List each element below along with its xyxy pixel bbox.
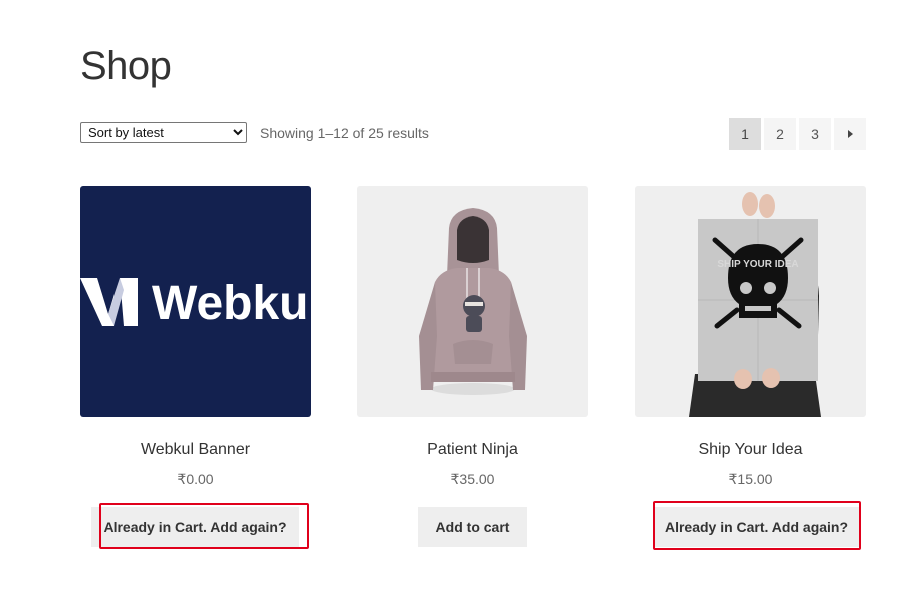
poster-text: SHIP YOUR IDEA xyxy=(717,259,798,270)
product-price: ₹15.00 xyxy=(728,471,773,487)
product-card: Patient Ninja ₹35.00 Add to cart xyxy=(357,186,588,547)
product-card: Webku Webkul Banner ₹0.00 Already in Car… xyxy=(80,186,311,549)
hoodie-image xyxy=(419,208,527,395)
product-price: ₹0.00 xyxy=(177,471,214,487)
product-card: SHIP YOUR IDEA Ship Your Idea ₹15.00 Alr… xyxy=(635,186,866,550)
page-title: Shop xyxy=(80,44,172,88)
shop-toolbar: Sort by latest Showing 1–12 of 25 result… xyxy=(80,118,866,150)
product-name[interactable]: Webkul Banner xyxy=(80,441,311,459)
pagination: 1 2 3 xyxy=(729,118,866,150)
product-name[interactable]: Ship Your Idea xyxy=(635,441,866,459)
add-to-cart-button[interactable]: Add to cart xyxy=(418,507,527,547)
banner-text: Webku xyxy=(152,277,308,330)
add-again-button[interactable]: Already in Cart. Add again? xyxy=(91,507,299,547)
sort-select[interactable]: Sort by latest xyxy=(80,122,247,143)
product-name[interactable]: Patient Ninja xyxy=(357,441,588,459)
page-1-button[interactable]: 1 xyxy=(729,118,761,150)
page-3-button[interactable]: 3 xyxy=(799,118,831,150)
page-2-button[interactable]: 2 xyxy=(764,118,796,150)
product-image-link[interactable]: SHIP YOUR IDEA xyxy=(635,186,866,417)
triangle-right-icon xyxy=(847,130,853,139)
product-price: ₹35.00 xyxy=(450,471,495,487)
product-image-link[interactable] xyxy=(357,186,588,417)
next-page-button[interactable] xyxy=(834,118,866,150)
result-count: Showing 1–12 of 25 results xyxy=(260,125,429,141)
webkul-banner-image: Webku xyxy=(80,277,308,330)
ship-your-idea-poster-image: SHIP YOUR IDEA xyxy=(689,192,821,417)
add-again-button[interactable]: Already in Cart. Add again? xyxy=(653,507,860,547)
product-image-link[interactable]: Webku xyxy=(80,186,311,417)
